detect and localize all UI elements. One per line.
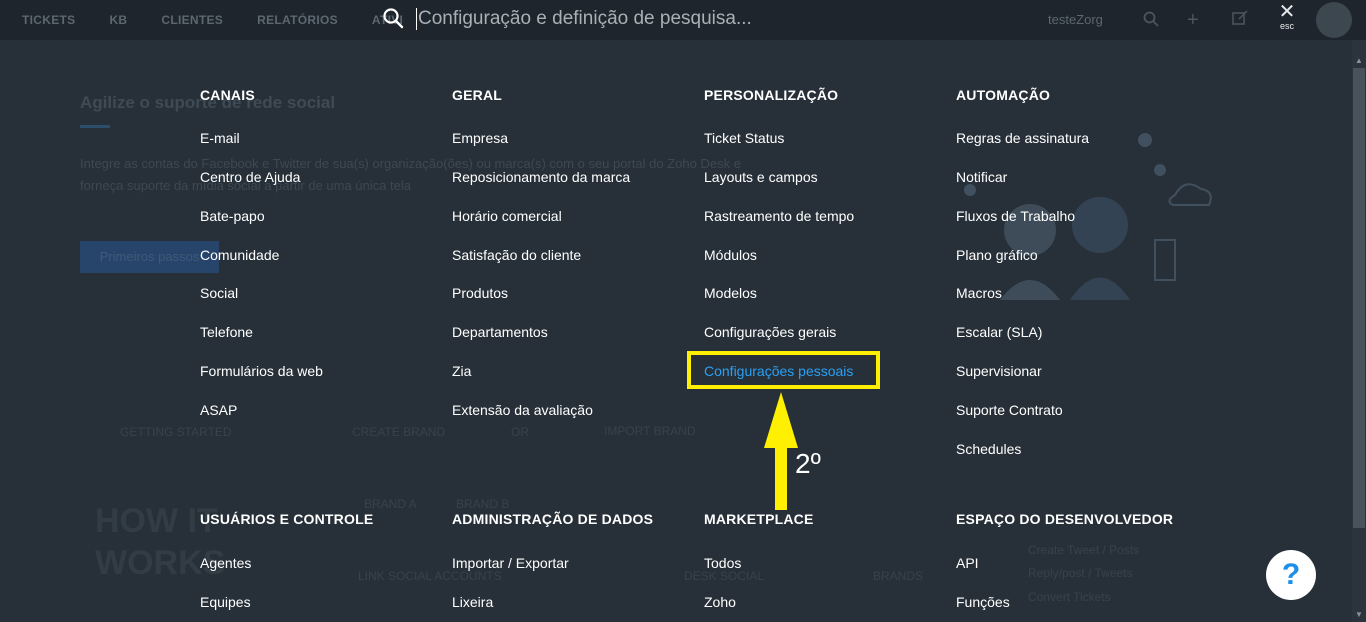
section-title: CANAIS: [200, 87, 255, 103]
menu-item-modelos[interactable]: Modelos: [704, 283, 757, 303]
annotation-arrow-icon: [764, 392, 798, 510]
section-automacao: AUTOMAÇÃO Regras de assinatura Notificar…: [956, 85, 1196, 465]
compose-icon[interactable]: [1232, 10, 1248, 31]
menu-item-email[interactable]: E-mail: [200, 128, 240, 148]
section-title: PERSONALIZAÇÃO: [704, 87, 839, 103]
menu-item-ticket-status[interactable]: Ticket Status: [704, 128, 784, 148]
menu-item-schedules[interactable]: Schedules: [956, 439, 1021, 459]
section-title: USUÁRIOS E CONTROLE: [200, 511, 374, 527]
menu-item-equipes[interactable]: Equipes: [200, 592, 251, 612]
background-getting-started: GETTING STARTED: [120, 425, 232, 439]
menu-item-macros[interactable]: Macros: [956, 283, 1002, 303]
menu-item-supervisionar[interactable]: Supervisionar: [956, 361, 1042, 381]
background-start-button: Primeiros passos: [80, 241, 219, 273]
nav-tickets[interactable]: TICKETS: [22, 13, 75, 27]
nav-relatorios[interactable]: RELATÓRIOS: [257, 13, 338, 27]
background-heading-underline: [80, 125, 110, 128]
help-button[interactable]: ?: [1266, 550, 1316, 600]
background-or: OR: [511, 425, 529, 439]
menu-item-suporte-contrato[interactable]: Suporte Contrato: [956, 400, 1063, 420]
section-title: GERAL: [452, 87, 502, 103]
background-import-brand: IMPORT BRAND: [604, 424, 696, 438]
menu-item-fluxos-de-trabalho[interactable]: Fluxos de Trabalho: [956, 206, 1075, 226]
background-create-brand: CREATE BRAND: [352, 425, 446, 439]
annotation-step-label: 2º: [795, 448, 821, 479]
scrollbar-thumb[interactable]: [1353, 68, 1365, 528]
annotation-highlight-box: [687, 351, 880, 389]
menu-item-todos[interactable]: Todos: [704, 553, 741, 573]
nav-kb[interactable]: KB: [109, 13, 127, 27]
menu-item-empresa[interactable]: Empresa: [452, 128, 508, 148]
section-title: MARKETPLACE: [704, 511, 814, 527]
section-marketplace: MARKETPLACE Todos Zoho: [704, 509, 944, 619]
text-cursor: [416, 8, 417, 30]
menu-item-telefone[interactable]: Telefone: [200, 322, 253, 342]
menu-item-comunidade[interactable]: Comunidade: [200, 245, 279, 265]
section-espaco-do-desenvolvedor: ESPAÇO DO DESENVOLVEDOR API Funções: [956, 509, 1196, 619]
avatar[interactable]: [1316, 2, 1352, 38]
section-geral: GERAL Empresa Reposicionamento da marca …: [452, 85, 692, 425]
search-icon[interactable]: [1143, 11, 1159, 32]
menu-item-extensao-da-avaliacao[interactable]: Extensão da avaliação: [452, 400, 593, 420]
menu-item-formularios-da-web[interactable]: Formulários da web: [200, 361, 323, 381]
menu-item-configuracoes-gerais[interactable]: Configurações gerais: [704, 322, 836, 342]
section-title: ADMINISTRAÇÃO DE DADOS: [452, 511, 654, 527]
scroll-up-arrow[interactable]: ▲: [1352, 54, 1366, 68]
close-icon: ✕: [1278, 1, 1296, 23]
menu-item-escalar-sla[interactable]: Escalar (SLA): [956, 322, 1042, 342]
menu-item-modulos[interactable]: Módulos: [704, 245, 757, 265]
user-name[interactable]: testeZorg: [1048, 12, 1103, 27]
close-overlay-button[interactable]: ✕ esc: [1276, 1, 1298, 31]
menu-item-regras-de-assinatura[interactable]: Regras de assinatura: [956, 128, 1089, 148]
search-icon: [382, 7, 404, 34]
menu-item-rastreamento-de-tempo[interactable]: Rastreamento de tempo: [704, 206, 854, 226]
menu-item-funcoes[interactable]: Funções: [956, 592, 1010, 612]
scroll-down-arrow[interactable]: ▼: [1352, 608, 1366, 622]
section-usuarios-e-controle: USUÁRIOS E CONTROLE Agentes Equipes: [200, 509, 440, 619]
menu-item-horario-comercial[interactable]: Horário comercial: [452, 206, 562, 226]
menu-item-departamentos[interactable]: Departamentos: [452, 322, 548, 342]
section-title: ESPAÇO DO DESENVOLVEDOR: [956, 511, 1174, 527]
menu-item-social[interactable]: Social: [200, 283, 238, 303]
section-personalizacao: PERSONALIZAÇÃO Ticket Status Layouts e c…: [704, 85, 944, 385]
menu-item-satisfacao-do-cliente[interactable]: Satisfação do cliente: [452, 245, 581, 265]
menu-item-importar-exportar[interactable]: Importar / Exportar: [452, 553, 569, 573]
menu-item-lixeira[interactable]: Lixeira: [452, 592, 493, 612]
menu-item-agentes[interactable]: Agentes: [200, 553, 251, 573]
section-administracao-de-dados: ADMINISTRAÇÃO DE DADOS Importar / Export…: [452, 509, 692, 619]
menu-item-bate-papo[interactable]: Bate-papo: [200, 206, 265, 226]
nav-clientes[interactable]: CLIENTES: [161, 13, 223, 27]
menu-item-asap[interactable]: ASAP: [200, 400, 237, 420]
menu-item-centro-de-ajuda[interactable]: Centro de Ajuda: [200, 167, 300, 187]
menu-item-layouts-e-campos[interactable]: Layouts e campos: [704, 167, 818, 187]
menu-item-api[interactable]: API: [956, 553, 979, 573]
menu-item-reposicionamento-da-marca[interactable]: Reposicionamento da marca: [452, 167, 630, 187]
menu-item-notificar[interactable]: Notificar: [956, 167, 1007, 187]
plus-icon[interactable]: +: [1187, 9, 1199, 32]
section-title: AUTOMAÇÃO: [956, 87, 1051, 103]
menu-item-produtos[interactable]: Produtos: [452, 283, 508, 303]
menu-item-zia[interactable]: Zia: [452, 361, 471, 381]
settings-search-input[interactable]: [418, 4, 978, 34]
section-canais: CANAIS E-mail Centro de Ajuda Bate-papo …: [200, 85, 440, 425]
menu-item-zoho[interactable]: Zoho: [704, 592, 736, 612]
menu-item-plano-grafico[interactable]: Plano gráfico: [956, 245, 1038, 265]
